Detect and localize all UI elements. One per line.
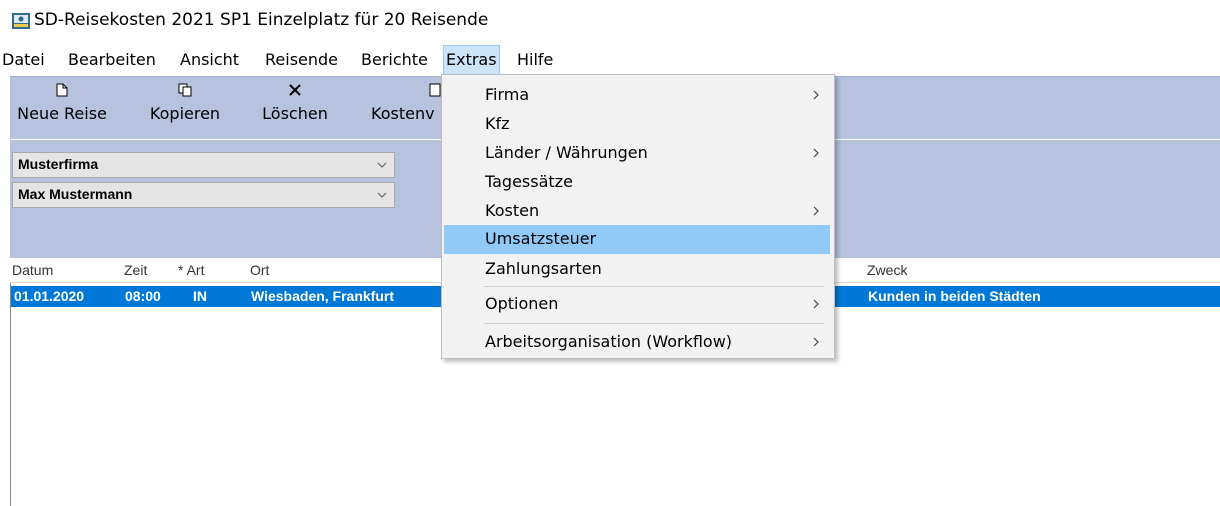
cell-datum: 01.01.2020 — [14, 288, 85, 304]
menu-item-label: Umsatzsteuer — [485, 229, 597, 248]
company-select[interactable]: Musterfirma — [12, 152, 395, 178]
window-title: SD-Reisekosten 2021 SP1 Einzelplatz für … — [34, 10, 489, 30]
traveler-select[interactable]: Max Mustermann — [12, 182, 395, 208]
chevron-right-icon — [813, 148, 819, 158]
chevron-down-icon — [377, 162, 387, 168]
document-icon — [365, 77, 445, 101]
column-art[interactable]: * Art — [178, 262, 204, 278]
chevron-right-icon — [813, 90, 819, 100]
menu-item-label: Arbeitsorganisation (Workflow) — [485, 332, 733, 351]
menu-hilfe[interactable]: Hilfe — [515, 46, 555, 74]
menu-item-label: Zahlungsarten — [485, 259, 602, 278]
menu-item-laender-waehrungen[interactable]: Länder / Währungen — [444, 139, 830, 168]
delete-x-icon — [253, 77, 337, 101]
copy-icon — [140, 77, 230, 101]
menu-item-umsatzsteuer[interactable]: Umsatzsteuer — [444, 225, 830, 254]
menu-item-arbeitsorganisation[interactable]: Arbeitsorganisation (Workflow) — [444, 328, 830, 357]
title-bar: SD-Reisekosten 2021 SP1 Einzelplatz für … — [0, 0, 1220, 44]
chevron-right-icon — [813, 337, 819, 347]
menu-ansicht[interactable]: Ansicht — [178, 46, 241, 74]
menu-item-kfz[interactable]: Kfz — [444, 110, 830, 139]
column-zweck[interactable]: Zweck — [867, 262, 907, 278]
menu-item-label: Kosten — [485, 201, 540, 220]
traveler-value: Max Mustermann — [18, 186, 133, 202]
costs-button[interactable]: Kostenv — [365, 77, 445, 139]
menu-separator — [484, 286, 824, 287]
menu-item-label: Länder / Währungen — [485, 143, 648, 162]
menu-item-firma[interactable]: Firma — [444, 81, 830, 110]
cell-art: IN — [193, 288, 207, 304]
cell-zweck: Kunden in beiden Städten — [868, 288, 1041, 304]
menu-item-label: Tagessätze — [485, 172, 573, 191]
column-zeit[interactable]: Zeit — [124, 262, 147, 278]
copy-label: Kopieren — [149, 104, 221, 123]
cell-ort: Wiesbaden, Frankfurt — [251, 288, 395, 304]
menu-bearbeiten[interactable]: Bearbeiten — [66, 46, 158, 74]
chevron-right-icon — [813, 299, 819, 309]
new-trip-label: Neue Reise — [17, 104, 107, 123]
delete-button[interactable]: Löschen — [253, 77, 337, 139]
costs-label: Kostenv — [371, 104, 435, 123]
menu-item-tagessaetze[interactable]: Tagessätze — [444, 168, 830, 197]
column-ort[interactable]: Ort — [250, 262, 269, 278]
menu-datei[interactable]: Datei — [0, 46, 47, 74]
menu-item-optionen[interactable]: Optionen — [444, 290, 830, 319]
menu-item-kosten[interactable]: Kosten — [444, 197, 830, 226]
chevron-right-icon — [813, 206, 819, 216]
cell-zeit: 08:00 — [125, 288, 161, 304]
menu-separator — [484, 323, 824, 324]
copy-button[interactable]: Kopieren — [140, 77, 230, 139]
menu-item-label: Firma — [485, 85, 530, 104]
delete-label: Löschen — [262, 104, 328, 123]
column-datum[interactable]: Datum — [12, 262, 53, 278]
new-trip-button[interactable]: Neue Reise — [10, 77, 114, 139]
chevron-down-icon — [377, 192, 387, 198]
menu-berichte[interactable]: Berichte — [359, 46, 430, 74]
new-document-icon — [10, 77, 114, 101]
menu-bar: Datei Bearbeiten Ansicht Reisende Berich… — [0, 45, 1220, 75]
menu-item-label: Kfz — [485, 114, 510, 133]
menu-item-zahlungsarten[interactable]: Zahlungsarten — [444, 255, 830, 284]
extras-dropdown-menu: Firma Kfz Länder / Währungen Tagessätze … — [441, 74, 835, 359]
menu-item-label: Optionen — [485, 294, 559, 313]
company-value: Musterfirma — [18, 156, 99, 172]
app-icon — [12, 13, 30, 29]
menu-extras[interactable]: Extras — [443, 45, 500, 75]
menu-reisende[interactable]: Reisende — [263, 46, 340, 74]
